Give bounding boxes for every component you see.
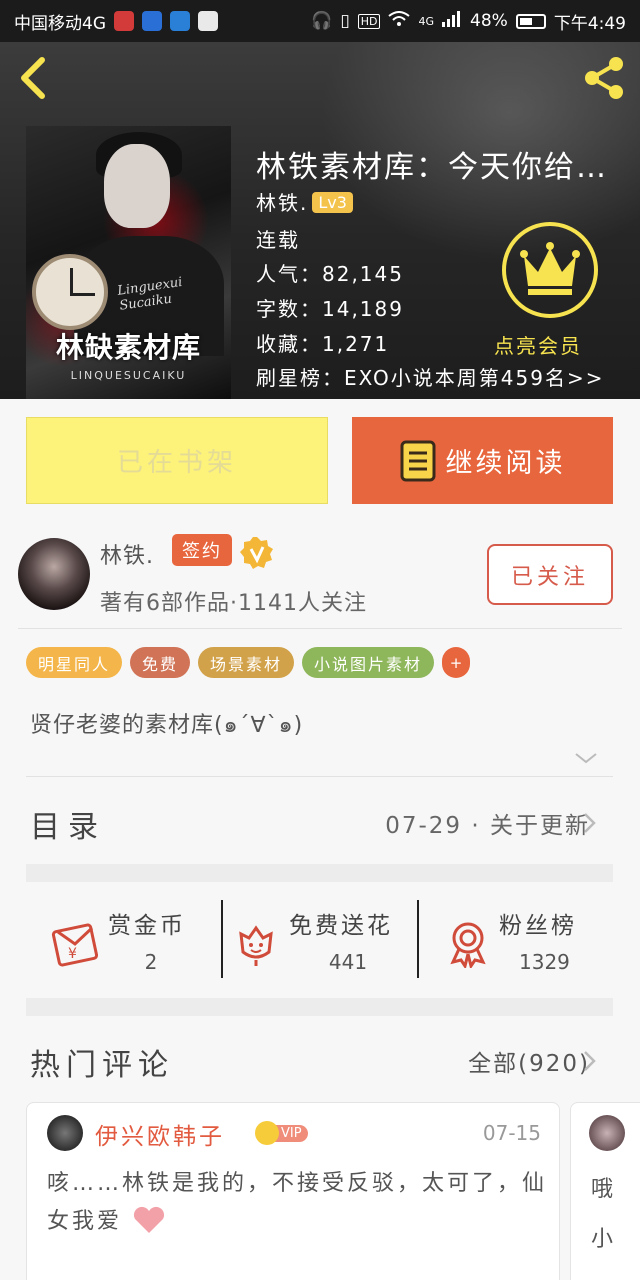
stat-title: 赏金币 [108, 913, 186, 939]
chevron-right-icon[interactable] [582, 1049, 598, 1073]
battery-percent: 48% [470, 11, 508, 31]
comment-date: 07-15 [482, 1121, 541, 1145]
book-author[interactable]: 林铁. [256, 191, 308, 215]
serial-status: 连载 [256, 228, 300, 252]
stat-value: 2 [144, 950, 158, 974]
continue-reading-label: 继续阅读 [445, 448, 566, 479]
battery-icon [515, 13, 546, 29]
fan-ranking-item[interactable]: 粉丝榜 1329 [419, 896, 613, 986]
stat-title: 粉丝榜 [499, 913, 577, 939]
cover-title: 林缺素材库 [55, 331, 201, 364]
hot-comments-title: 热门评论 [30, 1048, 174, 1083]
verified-icon [240, 536, 274, 570]
back-button[interactable] [16, 56, 52, 100]
headphone-icon: 🎧 [311, 11, 333, 31]
latest-chapter-link[interactable]: 07-29 · 关于更新 [385, 806, 590, 840]
share-icon [585, 57, 623, 99]
reward-coins-item[interactable]: ¥ 赏金币 2 [26, 896, 221, 986]
commenter-avatar[interactable] [589, 1115, 625, 1151]
tag-item[interactable]: 免费 [130, 647, 191, 678]
author-line: 林铁. Lv3 [256, 187, 353, 216]
comment-text: 哦 小 [591, 1177, 614, 1252]
clock: 下午4:49 [553, 13, 626, 34]
tag-item[interactable]: 场景素材 [198, 647, 295, 678]
chevron-right-icon[interactable] [582, 811, 598, 835]
book-cover[interactable]: Linguexui Sucaiku 林缺素材库 LINQUESUCAIKU [26, 126, 231, 399]
popularity: 人气：82,145 [256, 262, 404, 286]
section-band [26, 864, 613, 882]
stat-title: 免费送花 [289, 913, 393, 939]
flower-icon [231, 918, 281, 968]
stat-value: 441 [328, 950, 368, 974]
book-header: Linguexui Sucaiku 林缺素材库 LINQUESUCAIKU 林铁… [0, 42, 640, 399]
chrome-app-icon [198, 11, 218, 31]
comment-card[interactable]: 哦 小 [570, 1102, 640, 1280]
commenter-avatar[interactable] [47, 1115, 83, 1151]
microphone-app-icon [114, 11, 134, 31]
status-bar: 中国移动4G 🎧 ▯ HD 4G 48% 下午4:49 [0, 0, 640, 42]
book-description: 贤仔老婆的素材库(๑´∀`๑) [30, 713, 304, 738]
chevron-down-icon[interactable] [574, 748, 598, 768]
continue-reading-button[interactable]: 继续阅读 [352, 417, 613, 504]
comment-text: 咳……林铁是我的，不接受反驳，太可了，仙女我爱 [47, 1165, 547, 1241]
divider [18, 628, 622, 629]
signed-badge: 签约 [172, 534, 232, 566]
vip-text: VIP [275, 1124, 308, 1142]
vibrate-icon: ▯ [340, 11, 350, 31]
network-type: 4G [418, 14, 435, 28]
signal-icon [442, 10, 462, 32]
wifi-icon [388, 10, 411, 32]
author-stats: 著有6部作品·1141人关注 [100, 591, 367, 616]
heart-icon [133, 1206, 165, 1233]
share-button[interactable] [580, 54, 628, 102]
word-count: 字数：14,189 [256, 297, 404, 321]
vip-crown-icon [255, 1121, 279, 1145]
shield-app-icon [170, 11, 190, 31]
cover-subtitle: LINQUESUCAIKU [70, 369, 187, 382]
vip-label[interactable]: 点亮会员 [494, 330, 582, 359]
carrier-label: 中国移动4G [14, 13, 106, 34]
tag-item[interactable]: 小说图片素材 [302, 647, 435, 678]
vip-button[interactable] [502, 222, 598, 318]
svg-text:¥: ¥ [68, 946, 77, 962]
red-envelope-icon: ¥ [50, 918, 100, 968]
back-arrow-icon [21, 57, 45, 99]
favorites-count: 收藏：1,271 [256, 332, 390, 356]
commenter-name[interactable]: 伊兴欧韩子 [95, 1117, 225, 1151]
book-icon [400, 440, 435, 481]
clock-illustration [32, 254, 108, 330]
free-flowers-item[interactable]: 免费送花 441 [223, 896, 417, 986]
book-title: 林铁素材库：今天你给… [256, 150, 608, 185]
stat-value: 1329 [519, 950, 570, 974]
medal-icon [443, 918, 493, 970]
phone-app-icon [142, 11, 162, 31]
all-comments-link[interactable]: 全部(920) [468, 1044, 590, 1078]
hd-badge: HD [357, 13, 381, 29]
section-band [26, 998, 613, 1016]
vip-tag: VIP [255, 1121, 308, 1145]
author-name[interactable]: 林铁. [100, 538, 154, 570]
comment-card[interactable]: 伊兴欧韩子 VIP 07-15 咳……林铁是我的，不接受反驳，太可了，仙女我爱 [26, 1102, 560, 1280]
ranking-link[interactable]: 刷星榜：EXO小说本周第459名>> [256, 362, 605, 391]
divider [26, 776, 613, 777]
in-shelf-button[interactable]: 已在书架 [26, 417, 328, 504]
toc-label[interactable]: 目录 [30, 802, 106, 846]
tag-item[interactable]: 明星同人 [26, 647, 123, 678]
author-avatar[interactable] [18, 538, 90, 610]
follow-button[interactable]: 已关注 [487, 544, 613, 605]
comment-body: 咳……林铁是我的，不接受反驳，太可了，仙女我爱 [47, 1171, 548, 1234]
level-badge: Lv3 [312, 192, 353, 213]
add-tag-button[interactable]: + [442, 647, 471, 678]
tag-list: 明星同人 免费 场景素材 小说图片素材 + [26, 647, 471, 678]
crown-icon [520, 242, 580, 295]
